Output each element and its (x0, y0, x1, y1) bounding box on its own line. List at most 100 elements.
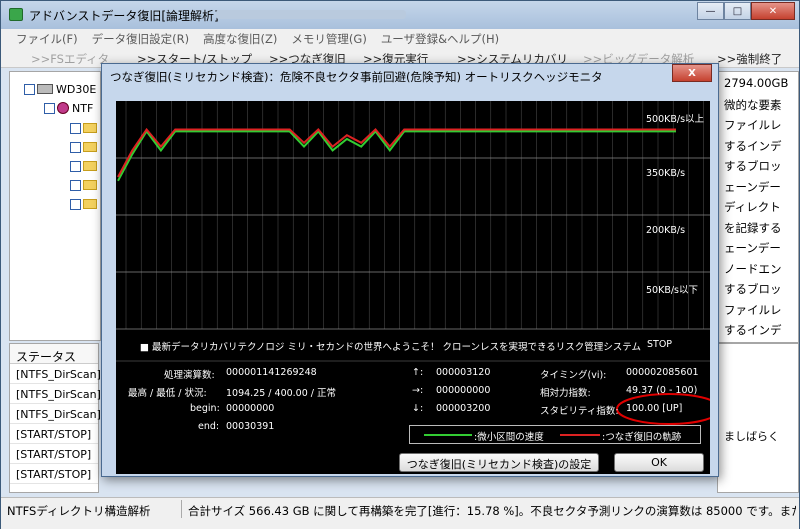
checkbox[interactable] (70, 198, 81, 210)
status-divider (181, 500, 182, 518)
timing-value: 000002085601 (626, 367, 699, 378)
log-line: ディレクト (724, 200, 781, 214)
risk-hedge-dialog: つなぎ復旧(ミリセカンド検査)：危険不良セクタ事前回避(危険予知) オートリスク… (101, 63, 719, 477)
ok-button[interactable]: OK (614, 453, 704, 472)
checkbox[interactable] (24, 83, 35, 95)
maximize-icon[interactable]: □ (724, 2, 751, 20)
status-detail-text: ましばらく (724, 430, 779, 443)
close-icon[interactable]: ✕ (751, 2, 795, 20)
range-value: 1094.25 / 400.00 / 正常 (226, 388, 337, 399)
right-value: 000000000 (436, 385, 491, 396)
menu-recovery-settings[interactable]: データ復旧設定(R) (85, 29, 196, 48)
relative-label: 相対力指数: (540, 388, 591, 399)
axis-label-50: 50KB/s以下 (646, 285, 698, 296)
folder-icon (83, 142, 97, 152)
menu-file[interactable]: ファイル(F) (9, 29, 85, 48)
speed-monitor: 500KB/s以上 350KB/s 200KB/s 50KB/s以下 ■ 最新デ… (116, 101, 710, 474)
menu-help[interactable]: ユーザ登録&ヘルプ(H) (374, 29, 506, 48)
log-line: するインデ (724, 138, 782, 153)
stability-value: 100.00 [UP] (626, 403, 683, 414)
status-left: NTFSディレクトリ構造解析 (7, 504, 151, 518)
right-label: →: (412, 385, 424, 396)
log-line: ファイルレ (724, 302, 782, 317)
tree-item-volume[interactable]: NTF (44, 100, 93, 116)
relative-value: 49.37 (0 - 100) (626, 385, 698, 396)
tree-label: WD30E (56, 82, 97, 96)
begin-label: begin: (190, 403, 220, 414)
tree-item-drive[interactable]: WD30E (24, 81, 96, 97)
folder-icon (83, 123, 97, 133)
status-row[interactable]: [NTFS_DirScan] (10, 364, 101, 384)
down-label: ↓: (412, 403, 424, 414)
status-row[interactable]: [NTFS_DirScan] (10, 404, 101, 424)
legend-green-line (424, 434, 472, 436)
legend-red-line (560, 434, 600, 436)
checkbox[interactable] (70, 160, 81, 172)
tree-item-folder[interactable] (70, 158, 100, 174)
status-header: ステータス (10, 344, 98, 364)
checkbox[interactable] (44, 102, 55, 114)
tree-item-folder[interactable] (70, 120, 100, 136)
checkbox[interactable] (70, 122, 81, 134)
up-label: ↑: (412, 367, 424, 378)
force-quit-button[interactable]: >>強制終了 (717, 51, 782, 67)
log-line: ノードエン (724, 261, 782, 276)
tree-label: NTF (72, 101, 94, 115)
banner-text: ■ 最新データリカバリテクノロジ ミリ・セカンドの世界へようこそ！ クローンレス… (140, 342, 642, 353)
log-line: を記録する (724, 220, 782, 235)
log-line: 微的な要素 (724, 97, 782, 112)
stop-indicator: STOP (647, 339, 673, 350)
speed-chart (116, 101, 710, 425)
series-line-1 (117, 127, 676, 178)
fs-editor-button[interactable]: >>FSエディタ (31, 51, 109, 67)
dialog-title: つなぎ復旧(ミリセカンド検査)：危険不良セクタ事前回避(危険予知) オートリスク… (110, 70, 603, 84)
menu-bar: ファイル(F) データ復旧設定(R) 高度な復旧(Z) メモリ管理(G) ユーザ… (1, 29, 799, 48)
folder-icon (83, 199, 97, 209)
axis-label-200: 200KB/s (646, 225, 686, 236)
window-title: アドバンストデータ復旧[論理解析] (29, 9, 219, 23)
log-panel: 2794.00GB 微的な要素 ファイルレ するインデ するブロッ ェーンデー ディレクトを… (717, 71, 799, 343)
folder-icon (83, 161, 97, 171)
down-value: 000003200 (436, 403, 491, 414)
tsunagi-settings-button[interactable]: つなぎ復旧(ミリセカンド検査)の設定 (399, 453, 599, 472)
tree-item-folder[interactable] (70, 139, 100, 155)
status-row[interactable]: [START/STOP] (10, 424, 98, 444)
title-blur (216, 10, 406, 19)
folder-icon (83, 180, 97, 190)
proc-value: 000001141269248 (226, 367, 317, 378)
window-controls: — □ ✕ (697, 2, 795, 20)
folder-tree: WD30E NTF (9, 71, 101, 341)
legend: :微小区間の速度 :つなぎ復旧の軌跡 (409, 425, 701, 444)
log-line: ファイルレ (724, 118, 782, 132)
app-icon (9, 8, 23, 21)
minimize-icon[interactable]: — (697, 2, 724, 20)
end-value: 00030391 (226, 421, 275, 432)
checkbox[interactable] (70, 141, 81, 153)
log-line: するブロッ (724, 282, 782, 296)
axis-label-500: 500KB/s以上 (646, 114, 705, 125)
menu-advanced[interactable]: 高度な復旧(Z) (196, 29, 284, 48)
dialog-close-icon[interactable]: X (672, 64, 712, 82)
status-row[interactable]: [START/STOP] (10, 444, 98, 464)
status-panel: ステータス [NTFS_DirScan] [NTFS_DirScan] [NTF… (9, 343, 101, 493)
tree-item-folder[interactable] (70, 177, 100, 193)
log-line: ェーンデー (724, 179, 781, 194)
drive-icon (37, 84, 53, 94)
timing-label: タイミング(vi): (540, 370, 607, 381)
tree-item-folder[interactable] (70, 196, 100, 212)
status-row[interactable]: [START/STOP] (10, 464, 98, 484)
status-row[interactable]: [NTFS_DirScan] (10, 384, 101, 404)
log-line: ェーンデー (724, 241, 781, 255)
menu-memory[interactable]: メモリ管理(G) (284, 29, 373, 48)
status-message: 合計サイズ 566.43 GB に関して再構築を完了[進行：15.78 %]。不… (188, 504, 796, 518)
log-line: するインデ (724, 323, 782, 337)
checkbox[interactable] (70, 179, 81, 191)
title-bar: アドバンストデータ復旧[論理解析] — □ ✕ (1, 1, 799, 29)
status-bar: NTFSディレクトリ構造解析 合計サイズ 566.43 GB に関して再構築を完… (1, 497, 799, 529)
proc-label: 処理演算数: (164, 370, 215, 381)
range-label: 最高 / 最低 / 状況: (128, 388, 207, 399)
legend-red-label: :つなぎ復旧の軌跡 (602, 432, 682, 443)
begin-value: 00000000 (226, 403, 275, 414)
end-label: end: (198, 421, 220, 432)
status-detail-panel: ましばらく (717, 343, 799, 493)
